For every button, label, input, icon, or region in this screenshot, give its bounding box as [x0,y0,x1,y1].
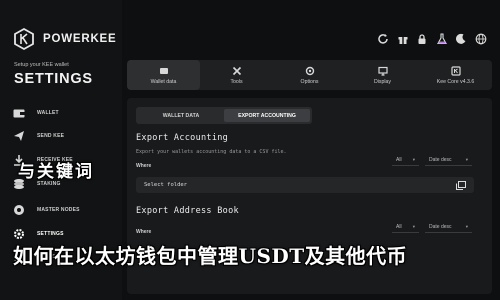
sidebar-item-settings[interactable]: SETTINGS [12,227,64,241]
kee-core-icon [450,65,461,76]
export-address-book-title: Export Address Book [136,206,239,216]
subtab-wallet-data[interactable]: WALLET DATA [138,109,224,122]
export-address-book-where-label: Where [136,229,152,235]
sidebar-item-wallet[interactable]: WALLET [12,106,59,120]
wallet-data-icon [159,66,169,76]
page-title: SETTINGS [14,71,93,87]
tab-label: Display [373,78,391,85]
top-toolbar [376,30,488,48]
sidebar-item-label: WALLET [37,110,59,116]
send-icon [12,129,26,143]
sidebar-item-master-nodes[interactable]: MASTER NODES [12,203,80,217]
select-value: All [396,224,402,230]
sidebar-item-label: MASTER NODES [37,207,80,213]
tab-kee-core[interactable]: Kee Core v4.3.6 [419,60,492,90]
select-folder-label: Select folder [144,182,188,188]
tools-icon [232,66,242,76]
select-folder-field[interactable]: Select folder [136,177,474,193]
export-accounting-title: Export Accounting [136,133,229,143]
tab-tools[interactable]: Tools [200,60,273,90]
tab-options[interactable]: Options [273,60,346,90]
export-accounting-where-label: Where [136,163,152,169]
display-icon [377,66,388,76]
folder-icon[interactable] [456,180,466,190]
sidebar-item-send-kee[interactable]: SEND KEE [12,129,64,143]
moon-icon[interactable] [454,32,468,46]
master-nodes-icon [12,203,26,217]
settings-tabs: Wallet data Tools Options Display Kee Co… [127,60,492,90]
tab-label: Options [300,78,319,85]
chevron-down-icon: ▾ [412,224,415,229]
wallet-subtabs: WALLET DATA EXPORT ACCOUNTING [136,107,312,124]
powerkee-logo-icon [14,27,34,51]
tab-wallet-data[interactable]: Wallet data [127,60,200,90]
setup-subtitle: Setup your KEE wallet [14,62,69,68]
export-address-book-filter-select[interactable]: All ▾ [392,222,419,233]
sidebar-item-label: SETTINGS [37,231,64,237]
select-value: Date desc [429,157,452,163]
export-address-book-sort-select[interactable]: Date desc ▾ [425,222,472,233]
overlay-caption-small: 与关键词 [18,162,94,182]
refresh-icon[interactable] [376,32,390,46]
flask-icon[interactable] [435,32,449,46]
tab-label: Tools [230,78,243,85]
export-accounting-sort-select[interactable]: Date desc ▾ [425,155,472,166]
select-value: All [396,157,402,163]
export-accounting-filter-select[interactable]: All ▾ [392,155,419,166]
globe-icon[interactable] [474,32,488,46]
subtab-export-accounting[interactable]: EXPORT ACCOUNTING [224,109,310,122]
sidebar-item-label: SEND KEE [37,133,65,139]
tab-label: Kee Core v4.3.6 [436,78,475,85]
gift-icon[interactable] [396,32,410,46]
brand-name: POWERKEE [43,33,117,45]
overlay-caption-title: 如何在以太坊钱包中管理USDT及其他代币 [13,244,408,268]
chevron-down-icon: ▾ [465,224,468,229]
settings-icon [12,227,26,241]
tab-display[interactable]: Display [346,60,419,90]
export-accounting-description: Export your wallets accounting data to a… [136,149,287,155]
tab-label: Wallet data [150,78,177,85]
lock-icon[interactable] [415,32,429,46]
options-icon [305,66,315,76]
chevron-down-icon: ▾ [412,157,415,162]
wallet-icon [12,106,26,120]
chevron-down-icon: ▾ [465,157,468,162]
select-value: Date desc [429,224,452,230]
